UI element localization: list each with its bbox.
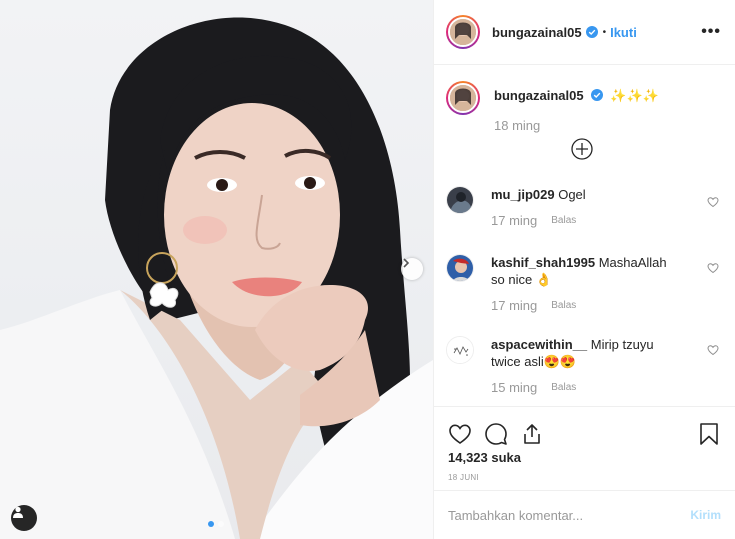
comment-item: mu_jip029 Ogel 17 ming Balas xyxy=(446,186,723,229)
comment-timestamp: 17 ming xyxy=(491,213,538,228)
commenter-avatar[interactable] xyxy=(446,336,474,364)
more-options-icon[interactable]: ••• xyxy=(701,23,721,41)
comment-icon[interactable] xyxy=(484,422,508,446)
comment-username[interactable]: aspacewithin__ xyxy=(491,337,587,352)
heart-icon[interactable] xyxy=(707,344,719,356)
heart-icon[interactable] xyxy=(707,262,719,274)
comment-text: Ogel xyxy=(558,187,586,202)
post-photo[interactable] xyxy=(0,0,433,539)
comment-item: kashif_shah1995 MashaAllah so nice 👌 17 … xyxy=(446,254,723,314)
caption-avatar[interactable] xyxy=(446,81,480,115)
avatar-image xyxy=(447,187,473,213)
reply-button[interactable]: Balas xyxy=(551,212,576,229)
commenter-avatar[interactable] xyxy=(446,254,474,282)
carousel-dot-active xyxy=(208,521,214,527)
bookmark-icon[interactable] xyxy=(697,422,721,446)
avatar-image xyxy=(450,19,476,45)
like-heart-icon[interactable] xyxy=(448,422,472,446)
author-username[interactable]: bungazainal05 xyxy=(492,25,582,40)
author-avatar[interactable] xyxy=(446,15,480,49)
commenter-avatar[interactable] xyxy=(446,186,474,214)
post-date[interactable]: 18 JUNI xyxy=(434,473,735,482)
chevron-right-icon xyxy=(403,258,410,268)
user-tags-button[interactable] xyxy=(11,505,37,531)
portrait-illustration xyxy=(0,17,433,539)
verified-badge-icon xyxy=(591,89,604,101)
heart-icon[interactable] xyxy=(707,196,719,208)
caption-timestamp: 18 ming xyxy=(494,118,541,133)
separator-dot: • xyxy=(602,26,607,38)
comment-timestamp: 15 ming xyxy=(491,380,538,395)
post-comment-button[interactable]: Kirim xyxy=(690,508,721,522)
likes-count[interactable]: 14,323 suka xyxy=(434,450,735,465)
post-caption: bungazainal05 ✨✨✨ 18 ming xyxy=(434,66,735,186)
comment-input[interactable] xyxy=(448,507,681,523)
comment-username[interactable]: kashif_shah1995 xyxy=(491,255,595,270)
load-more-comments-icon[interactable] xyxy=(571,138,593,160)
caption-text: ✨✨✨ xyxy=(610,88,659,103)
avatar-image xyxy=(447,337,473,363)
carousel-indicator xyxy=(208,521,224,527)
comments-list: bungazainal05 ✨✨✨ 18 ming mu_jip029 Ogel… xyxy=(434,66,735,406)
post-header: bungazainal05 • Ikuti ••• xyxy=(434,0,735,65)
comment-item: aspacewithin__ Mirip tzuyu twice asli😍😍 … xyxy=(446,336,723,396)
caption-username[interactable]: bungazainal05 xyxy=(494,88,584,103)
post-sidebar: bungazainal05 • Ikuti ••• bungazainal05 … xyxy=(433,0,735,539)
comment-username[interactable]: mu_jip029 xyxy=(491,187,555,202)
reply-button[interactable]: Balas xyxy=(551,379,576,396)
comment-composer: Kirim xyxy=(434,490,735,539)
comment-timestamp: 17 ming xyxy=(491,298,538,313)
post-actions: 14,323 suka 18 JUNI xyxy=(434,406,735,489)
follow-button[interactable]: Ikuti xyxy=(610,25,637,40)
carousel-dot xyxy=(218,521,224,527)
user-tag-icon xyxy=(13,506,23,518)
avatar-image xyxy=(450,85,476,111)
share-icon[interactable] xyxy=(520,422,544,446)
reply-button[interactable]: Balas xyxy=(551,297,576,314)
next-photo-button[interactable] xyxy=(401,258,423,280)
avatar-image xyxy=(447,255,473,281)
verified-badge-icon xyxy=(585,26,598,38)
